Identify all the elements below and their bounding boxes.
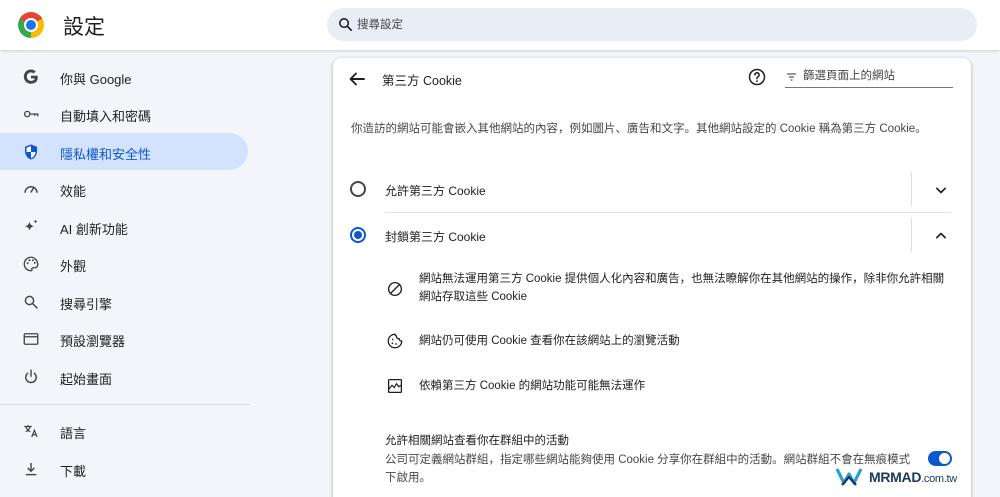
sidebar: 你與 Google 自動填入和密碼 隱私權和安全性 效能 AI 創新功能 外觀 …	[0, 58, 250, 497]
key-icon	[23, 110, 39, 118]
sidebar-item-label: 自動填入和密碼	[60, 109, 152, 124]
filter-input[interactable]	[803, 67, 951, 85]
watermark-text: MRMAD.com.tw	[869, 469, 957, 485]
sidebar-item-label: 起始畫面	[60, 372, 113, 387]
chevron-up-icon[interactable]	[931, 226, 951, 246]
cookie-icon	[387, 333, 403, 349]
search-icon	[24, 295, 38, 309]
sidebar-item-label: 效能	[60, 184, 87, 199]
shield-icon	[25, 144, 37, 160]
page-title: 設定	[63, 16, 105, 39]
back-arrow-icon[interactable]	[345, 67, 369, 91]
translate-icon	[24, 425, 38, 438]
radio-block[interactable]	[350, 227, 366, 243]
sidebar-item-default-browser[interactable]: 預設瀏覽器	[0, 320, 248, 357]
option-block-third-party-cookies[interactable]: 封鎖第三方 Cookie	[333, 214, 971, 258]
related-sets-toggle[interactable]	[928, 451, 952, 466]
watermark: MRMAD.com.tw	[836, 466, 996, 488]
sidebar-item-downloads[interactable]: 下載	[0, 450, 248, 487]
sidebar-item-you-and-google[interactable]: 你與 Google	[0, 58, 248, 95]
power-icon	[25, 369, 37, 384]
third-party-cookies-panel: 第三方 Cookie 你造訪的網站可能會嵌入其他網站的內容，例如圖片、廣告和文字…	[333, 58, 971, 497]
detail-text: 網站仍可使用 Cookie 查看你在該網站上的瀏覽活動	[419, 335, 680, 347]
browser-window-icon	[23, 333, 39, 345]
sidebar-item-languages[interactable]: 語言	[0, 412, 248, 449]
sidebar-divider	[0, 404, 250, 405]
related-sets-title: 允許相關網站查看你在群組中的活動	[385, 435, 569, 447]
sidebar-item-on-startup[interactable]: 起始畫面	[0, 358, 248, 395]
sidebar-item-label: 預設瀏覽器	[60, 334, 126, 349]
top-bar: 設定	[0, 0, 1000, 50]
panel-title: 第三方 Cookie	[382, 74, 462, 88]
chrome-logo-icon	[18, 12, 44, 38]
option-label: 封鎖第三方 Cookie	[385, 230, 486, 244]
option-divider	[385, 212, 951, 213]
search-icon	[339, 18, 353, 32]
chevron-down-icon[interactable]	[931, 180, 951, 200]
sidebar-item-label: 下載	[60, 464, 87, 479]
search-input[interactable]	[357, 12, 957, 37]
block-icon	[387, 281, 403, 297]
sidebar-item-label: AI 創新功能	[60, 222, 128, 237]
sidebar-item-label: 語言	[60, 426, 87, 441]
option-separator	[911, 172, 912, 206]
sidebar-item-label: 外觀	[60, 259, 87, 274]
sidebar-item-autofill[interactable]: 自動填入和密碼	[0, 95, 248, 132]
sidebar-item-appearance[interactable]: 外觀	[0, 245, 248, 282]
detail-text: 網站無法運用第三方 Cookie 提供個人化內容和廣告，也無法瞭解你在其他網站的…	[419, 273, 945, 303]
filter-icon	[787, 73, 796, 81]
sidebar-item-label: 搜尋引擎	[60, 297, 113, 312]
download-icon	[25, 463, 37, 476]
radio-allow[interactable]	[350, 181, 366, 197]
sidebar-item-search-engine[interactable]: 搜尋引擎	[0, 283, 248, 320]
sidebar-item-privacy-security[interactable]: 隱私權和安全性	[0, 133, 248, 170]
search-box[interactable]	[327, 8, 977, 41]
sidebar-item-ai-features[interactable]: AI 創新功能	[0, 208, 248, 245]
detail-text: 依賴第三方 Cookie 的網站功能可能無法運作	[419, 380, 646, 392]
panel-description: 你造訪的網站可能會嵌入其他網站的內容，例如圖片、廣告和文字。其他網站設定的 Co…	[351, 123, 927, 135]
filter-field[interactable]	[785, 66, 953, 88]
option-label: 允許第三方 Cookie	[385, 184, 486, 198]
sidebar-item-performance[interactable]: 效能	[0, 170, 248, 207]
broken-image-icon	[387, 378, 403, 394]
option-separator	[911, 218, 912, 252]
sidebar-item-label: 隱私權和安全性	[60, 147, 152, 162]
sidebar-item-label: 你與 Google	[60, 72, 132, 87]
speedometer-icon	[24, 186, 38, 193]
mrmad-logo-icon	[836, 468, 863, 486]
help-icon[interactable]	[747, 67, 767, 87]
google-g-icon	[23, 69, 38, 84]
palette-icon	[23, 256, 39, 272]
option-allow-third-party-cookies[interactable]: 允許第三方 Cookie	[333, 168, 971, 212]
sparkle-icon	[25, 219, 38, 231]
